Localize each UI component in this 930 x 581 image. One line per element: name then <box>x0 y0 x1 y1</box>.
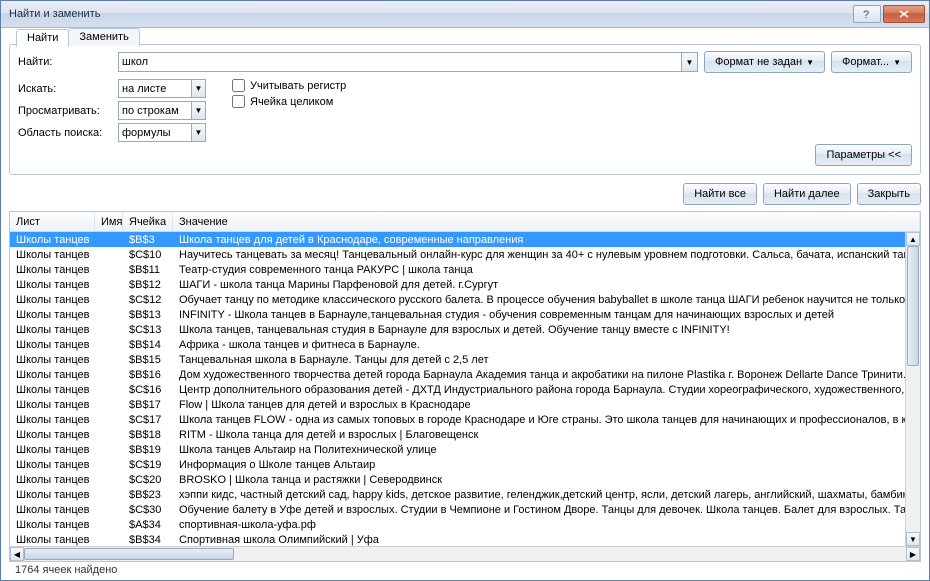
table-row[interactable]: Школы танцев$A$34спортивная-школа-уфа.рф <box>10 517 905 532</box>
table-row[interactable]: Школы танцев$C$10Научитесь танцевать за … <box>10 247 905 262</box>
col-value[interactable]: Значение <box>173 212 920 231</box>
whole-cell-label: Ячейка целиком <box>250 96 333 108</box>
search-input[interactable] <box>118 52 682 72</box>
scroll-down-icon[interactable]: ▼ <box>906 532 920 546</box>
area-select[interactable] <box>118 123 192 142</box>
scope-dropdown-icon[interactable]: ▼ <box>192 79 206 98</box>
table-row[interactable]: Школы танцев$C$13Школа танцев, танцеваль… <box>10 322 905 337</box>
tab-replace[interactable]: Заменить <box>68 28 139 46</box>
area-label: Область поиска: <box>18 127 118 139</box>
parameters-button[interactable]: Параметры << <box>815 144 912 166</box>
status-bar: 1764 ячеек найдено <box>9 562 921 580</box>
find-all-button[interactable]: Найти все <box>683 183 757 205</box>
scroll-left-icon[interactable]: ◀ <box>10 547 24 561</box>
match-case-label: Учитывать регистр <box>250 80 346 92</box>
window-title: Найти и заменить <box>9 8 851 20</box>
table-row[interactable]: Школы танцев$B$12ШАГИ - школа танца Мари… <box>10 277 905 292</box>
table-row[interactable]: Школы танцев$B$19Школа танцев Альтаир на… <box>10 442 905 457</box>
whole-cell-checkbox[interactable] <box>232 95 245 108</box>
view-label: Просматривать: <box>18 105 118 117</box>
grid-header: Лист Имя Ячейка Значение <box>10 212 920 232</box>
table-row[interactable]: Школы танцев$C$20BROSKO | Школа танца и … <box>10 472 905 487</box>
table-row[interactable]: Школы танцев$C$30Обучение балету в Уфе д… <box>10 502 905 517</box>
col-cell[interactable]: Ячейка <box>123 212 173 231</box>
help-button[interactable]: ? <box>853 5 881 23</box>
search-history-dropdown[interactable]: ▼ <box>682 52 698 72</box>
view-select[interactable] <box>118 101 192 120</box>
vertical-scrollbar[interactable]: ▲ ▼ <box>905 232 920 546</box>
search-panel: Найти Заменить Найти: ▼ Формат не задан▼… <box>9 44 921 175</box>
table-row[interactable]: Школы танцев$B$23хэппи кидс, частный дет… <box>10 487 905 502</box>
close-button[interactable]: Закрыть <box>857 183 921 205</box>
table-row[interactable]: Школы танцев$B$17Flow | Школа танцев для… <box>10 397 905 412</box>
titlebar: Найти и заменить ? <box>1 1 929 28</box>
table-row[interactable]: Школы танцев$B$13INFINITY - Школа танцев… <box>10 307 905 322</box>
scroll-up-icon[interactable]: ▲ <box>906 232 920 246</box>
match-case-checkbox[interactable] <box>232 79 245 92</box>
vscroll-thumb[interactable] <box>907 246 919 366</box>
format-unset-button[interactable]: Формат не задан▼ <box>704 51 825 73</box>
table-row[interactable]: Школы танцев$B$15Танцевальная школа в Ба… <box>10 352 905 367</box>
col-name[interactable]: Имя <box>95 212 123 231</box>
table-row[interactable]: Школы танцев$B$16Дом художественного тво… <box>10 367 905 382</box>
table-row[interactable]: Школы танцев$B$11Театр-студия современно… <box>10 262 905 277</box>
table-row[interactable]: Школы танцев$B$34Спортивная школа Олимпи… <box>10 532 905 546</box>
area-dropdown-icon[interactable]: ▼ <box>192 123 206 142</box>
table-row[interactable]: Школы танцев$C$17Школа танцев FLOW - одн… <box>10 412 905 427</box>
hscroll-thumb[interactable] <box>24 548 234 560</box>
table-row[interactable]: Школы танцев$B$3Школа танцев для детей в… <box>10 232 905 247</box>
tab-find[interactable]: Найти <box>16 29 69 47</box>
scope-label: Искать: <box>18 83 118 95</box>
table-row[interactable]: Школы танцев$B$18RITM - Школа танца для … <box>10 427 905 442</box>
scroll-right-icon[interactable]: ▶ <box>906 547 920 561</box>
results-grid: Лист Имя Ячейка Значение Школы танцев$B$… <box>9 211 921 562</box>
svg-text:?: ? <box>863 9 869 19</box>
table-row[interactable]: Школы танцев$B$14Африка - школа танцев и… <box>10 337 905 352</box>
table-row[interactable]: Школы танцев$C$16Центр дополнительного о… <box>10 382 905 397</box>
horizontal-scrollbar[interactable]: ◀ ▶ <box>10 546 920 561</box>
table-row[interactable]: Школы танцев$C$12Обучает танцу по методи… <box>10 292 905 307</box>
format-button[interactable]: Формат...▼ <box>831 51 912 73</box>
col-sheet[interactable]: Лист <box>10 212 95 231</box>
find-next-button[interactable]: Найти далее <box>763 183 851 205</box>
find-label: Найти: <box>18 56 118 68</box>
scope-select[interactable] <box>118 79 192 98</box>
view-dropdown-icon[interactable]: ▼ <box>192 101 206 120</box>
close-window-button[interactable] <box>883 5 925 23</box>
table-row[interactable]: Школы танцев$C$19Информация о Школе танц… <box>10 457 905 472</box>
